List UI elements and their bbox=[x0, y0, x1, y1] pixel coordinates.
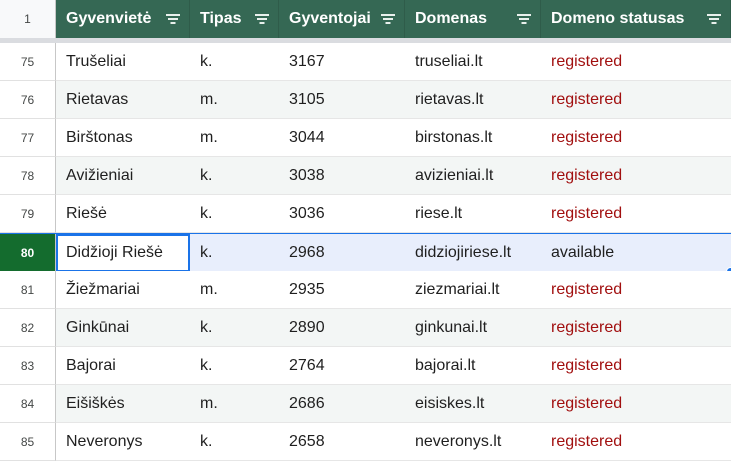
cell-tipas[interactable]: k. bbox=[190, 43, 279, 81]
cell-tipas[interactable]: k. bbox=[190, 309, 279, 347]
cell-gyvenviete[interactable]: Bajorai bbox=[56, 347, 190, 385]
cell-gyventojai[interactable]: 3167 bbox=[279, 43, 405, 81]
cell-domenas[interactable]: eisiskes.lt bbox=[405, 385, 541, 423]
row-number[interactable]: 76 bbox=[0, 81, 56, 119]
cell-domenas[interactable]: rietavas.lt bbox=[405, 81, 541, 119]
filter-icon[interactable] bbox=[706, 13, 722, 25]
cell-domeno-statusas[interactable]: registered bbox=[541, 271, 731, 309]
cell-tipas[interactable]: m. bbox=[190, 81, 279, 119]
cell-domenas[interactable]: ziezmariai.lt bbox=[405, 271, 541, 309]
cell-gyventojai[interactable]: 3038 bbox=[279, 157, 405, 195]
cell-domeno-statusas[interactable]: registered bbox=[541, 119, 731, 157]
row-number[interactable]: 1 bbox=[0, 0, 56, 38]
column-header-domeno-statusas[interactable]: Domeno statusas bbox=[541, 0, 731, 38]
row-number[interactable]: 79 bbox=[0, 195, 56, 233]
table-row[interactable]: 77 Birštonas m. 3044 birstonas.lt registered bbox=[0, 119, 731, 157]
cell-gyvenviete[interactable]: Žiežmariai bbox=[56, 271, 190, 309]
row-number[interactable]: 75 bbox=[0, 43, 56, 81]
cell-domenas[interactable]: ginkunai.lt bbox=[405, 309, 541, 347]
cell-gyventojai[interactable]: 3044 bbox=[279, 119, 405, 157]
row-number[interactable]: 77 bbox=[0, 119, 56, 157]
cell-gyventojai[interactable]: 2935 bbox=[279, 271, 405, 309]
row-number[interactable]: 82 bbox=[0, 309, 56, 347]
row-number[interactable]: 85 bbox=[0, 423, 56, 461]
row-number[interactable]: 84 bbox=[0, 385, 56, 423]
cell-gyvenviete[interactable]: Birštonas bbox=[56, 119, 190, 157]
column-header-label: Domeno statusas bbox=[551, 10, 685, 27]
column-header-gyvenviete[interactable]: Gyvenvietė bbox=[56, 0, 190, 38]
column-header-label: Gyvenvietė bbox=[66, 10, 152, 27]
row-number[interactable]: 83 bbox=[0, 347, 56, 385]
table-row[interactable]: 82 Ginkūnai k. 2890 ginkunai.lt registered bbox=[0, 309, 731, 347]
table-row[interactable]: 80 Didžioji Riešė k. 2968 didziojiriese.lt av… bbox=[0, 233, 731, 273]
cell-domeno-statusas[interactable]: registered bbox=[541, 195, 731, 233]
cell-gyventojai[interactable]: 3105 bbox=[279, 81, 405, 119]
cell-tipas[interactable]: m. bbox=[190, 385, 279, 423]
column-header-label: Domenas bbox=[415, 10, 488, 27]
cell-domenas[interactable]: birstonas.lt bbox=[405, 119, 541, 157]
cell-gyvenviete[interactable]: Didžioji Riešė bbox=[56, 234, 190, 272]
table-row[interactable]: 79 Riešė k. 3036 riese.lt registered bbox=[0, 195, 731, 233]
cell-domeno-statusas[interactable]: registered bbox=[541, 423, 731, 461]
cell-domeno-statusas[interactable]: available bbox=[541, 234, 731, 272]
cell-gyvenviete[interactable]: Riešė bbox=[56, 195, 190, 233]
row-number[interactable]: 81 bbox=[0, 271, 56, 309]
cell-domenas[interactable]: avizieniai.lt bbox=[405, 157, 541, 195]
cell-domenas[interactable]: bajorai.lt bbox=[405, 347, 541, 385]
cell-domeno-statusas[interactable]: registered bbox=[541, 43, 731, 81]
table-row[interactable]: 83 Bajorai k. 2764 bajorai.lt registered bbox=[0, 347, 731, 385]
cell-domenas[interactable]: didziojiriese.lt bbox=[405, 234, 541, 272]
cell-gyvenviete[interactable]: Ginkūnai bbox=[56, 309, 190, 347]
column-header-gyventojai[interactable]: Gyventojai bbox=[279, 0, 405, 38]
cell-tipas[interactable]: k. bbox=[190, 234, 279, 272]
cell-gyventojai[interactable]: 3036 bbox=[279, 195, 405, 233]
table-row[interactable]: 75 Trušeliai k. 3167 truseliai.lt registered bbox=[0, 43, 731, 81]
cell-domenas[interactable]: truseliai.lt bbox=[405, 43, 541, 81]
column-header-domenas[interactable]: Domenas bbox=[405, 0, 541, 38]
filter-icon[interactable] bbox=[165, 13, 181, 25]
table-row[interactable]: 84 Eišiškės m. 2686 eisiskes.lt registered bbox=[0, 385, 731, 423]
table-row[interactable]: 78 Avižieniai k. 3038 avizieniai.lt registere… bbox=[0, 157, 731, 195]
column-header-label: Gyventojai bbox=[289, 10, 371, 27]
cell-gyvenviete[interactable]: Rietavas bbox=[56, 81, 190, 119]
cell-tipas[interactable]: m. bbox=[190, 271, 279, 309]
filter-icon[interactable] bbox=[380, 13, 396, 25]
table-row[interactable]: 81 Žiežmariai m. 2935 ziezmariai.lt registere… bbox=[0, 271, 731, 309]
cell-gyventojai[interactable]: 2890 bbox=[279, 309, 405, 347]
cell-gyvenviete[interactable]: Avižieniai bbox=[56, 157, 190, 195]
cell-domeno-statusas[interactable]: registered bbox=[541, 157, 731, 195]
column-header-label: Tipas bbox=[200, 10, 242, 27]
row-number[interactable]: 80 bbox=[0, 234, 56, 272]
filter-icon[interactable] bbox=[254, 13, 270, 25]
cell-tipas[interactable]: k. bbox=[190, 157, 279, 195]
cell-gyvenviete[interactable]: Eišiškės bbox=[56, 385, 190, 423]
cell-gyvenviete[interactable]: Neveronys bbox=[56, 423, 190, 461]
table-row[interactable]: 85 Neveronys k. 2658 neveronys.lt registered bbox=[0, 423, 731, 461]
cell-gyvenviete[interactable]: Trušeliai bbox=[56, 43, 190, 81]
cell-gyventojai[interactable]: 2968 bbox=[279, 234, 405, 272]
cell-tipas[interactable]: k. bbox=[190, 347, 279, 385]
cell-domeno-statusas[interactable]: registered bbox=[541, 385, 731, 423]
row-number[interactable]: 78 bbox=[0, 157, 56, 195]
filter-icon[interactable] bbox=[516, 13, 532, 25]
table-row[interactable]: 76 Rietavas m. 3105 rietavas.lt registered bbox=[0, 81, 731, 119]
cell-tipas[interactable]: k. bbox=[190, 195, 279, 233]
header-row: 1 Gyvenvietė Tipas Gyventojai Domenas Do… bbox=[0, 0, 731, 38]
column-header-tipas[interactable]: Tipas bbox=[190, 0, 279, 38]
cell-gyventojai[interactable]: 2658 bbox=[279, 423, 405, 461]
cell-domenas[interactable]: neveronys.lt bbox=[405, 423, 541, 461]
cell-gyventojai[interactable]: 2686 bbox=[279, 385, 405, 423]
cell-domeno-statusas[interactable]: registered bbox=[541, 309, 731, 347]
cell-tipas[interactable]: m. bbox=[190, 119, 279, 157]
cell-domeno-statusas[interactable]: registered bbox=[541, 81, 731, 119]
cell-gyventojai[interactable]: 2764 bbox=[279, 347, 405, 385]
cell-domenas[interactable]: riese.lt bbox=[405, 195, 541, 233]
cell-tipas[interactable]: k. bbox=[190, 423, 279, 461]
cell-domeno-statusas[interactable]: registered bbox=[541, 347, 731, 385]
spreadsheet: 1 Gyvenvietė Tipas Gyventojai Domenas Do… bbox=[0, 0, 731, 461]
